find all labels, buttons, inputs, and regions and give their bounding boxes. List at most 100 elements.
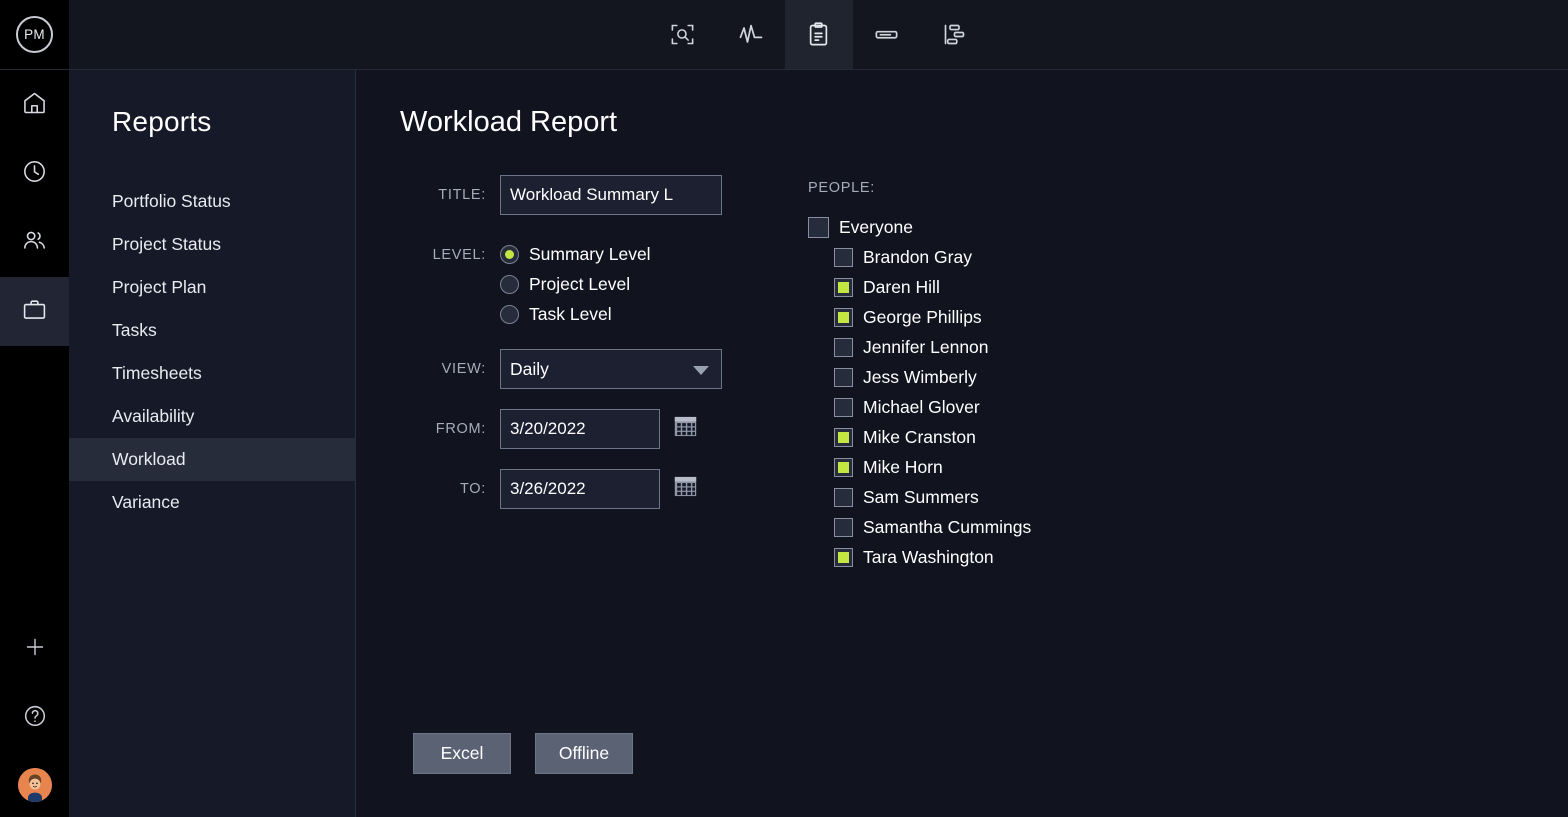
excel-button[interactable]: Excel (413, 733, 511, 774)
briefcase-icon (21, 296, 48, 328)
checkbox-tara-washington[interactable]: Tara Washington (808, 542, 1031, 572)
radio-task-level[interactable]: Task Level (500, 299, 651, 329)
radio-label: Task Level (529, 303, 612, 324)
report-form: TITLE: LEVEL: Summary Level Project Leve… (400, 175, 750, 509)
radio-label: Summary Level (529, 243, 651, 264)
left-rail (0, 70, 69, 817)
checkbox-jess-wimberly[interactable]: Jess Wimberly (808, 362, 1031, 392)
level-label: LEVEL: (432, 247, 486, 263)
reports-heading: Reports (112, 106, 212, 137)
checkbox-icon (834, 487, 853, 507)
main-panel: Workload Report TITLE: LEVEL: Summary Le… (356, 70, 1568, 817)
sidebar-item-variance[interactable]: Variance (69, 481, 356, 524)
checkbox-icon (834, 307, 853, 327)
checkbox-mike-cranston[interactable]: Mike Cranston (808, 422, 1031, 452)
app-root: PM Reports Portfolio Status Project Stat… (0, 0, 1568, 817)
topnav-board[interactable] (853, 0, 921, 69)
rail-item-account[interactable] (0, 753, 69, 817)
rail-item-home[interactable] (0, 70, 69, 139)
sidebar-item-label: Timesheets (112, 363, 202, 383)
checkbox-samantha-cummings[interactable]: Samantha Cummings (808, 512, 1031, 542)
reports-list: Portfolio Status Project Status Project … (69, 180, 356, 524)
checkbox-brandon-gray[interactable]: Brandon Gray (808, 242, 1031, 272)
help-icon (22, 703, 48, 734)
app-logo[interactable]: PM (0, 0, 69, 69)
title-input[interactable] (500, 175, 722, 215)
view-select[interactable]: Daily (500, 349, 722, 389)
rail-item-help[interactable] (0, 684, 69, 753)
sidebar-item-portfolio-status[interactable]: Portfolio Status (69, 180, 356, 223)
clipboard-icon (805, 21, 832, 48)
level-row: LEVEL: Summary Level Project Level Task … (400, 235, 750, 329)
offline-button[interactable]: Offline (535, 733, 633, 774)
topnav-reports[interactable] (784, 0, 853, 69)
checkbox-george-phillips[interactable]: George Phillips (808, 302, 1031, 332)
rail-item-team[interactable] (0, 208, 69, 277)
sidebar-item-project-plan[interactable]: Project Plan (69, 266, 356, 309)
radio-icon (500, 304, 519, 324)
plus-icon (23, 635, 47, 664)
checkbox-michael-glover[interactable]: Michael Glover (808, 392, 1031, 422)
view-select-value: Daily (510, 358, 549, 379)
view-label: VIEW: (441, 361, 486, 377)
from-date-wrap (500, 409, 699, 449)
sidebar-item-project-status[interactable]: Project Status (69, 223, 356, 266)
checkbox-icon (834, 427, 853, 447)
from-row: FROM: (400, 409, 750, 449)
checkbox-icon (834, 337, 853, 357)
chevron-down-icon (693, 366, 709, 375)
person-label: Mike Cranston (863, 426, 976, 447)
sidebar-item-tasks[interactable]: Tasks (69, 309, 356, 352)
gantt-icon (941, 21, 968, 48)
sidebar-item-availability[interactable]: Availability (69, 395, 356, 438)
checkbox-sam-summers[interactable]: Sam Summers (808, 482, 1031, 512)
topnav-gantt[interactable] (921, 0, 989, 69)
radio-summary-level[interactable]: Summary Level (500, 239, 651, 269)
to-date-wrap (500, 469, 699, 509)
person-label: Everyone (839, 216, 913, 237)
sidebar-item-workload[interactable]: Workload (69, 438, 356, 481)
from-label: FROM: (435, 421, 486, 437)
person-label: Sam Summers (863, 486, 979, 507)
sidebar-item-timesheets[interactable]: Timesheets (69, 352, 356, 395)
top-bar: PM (0, 0, 1568, 70)
level-radio-group: Summary Level Project Level Task Level (500, 235, 651, 329)
activity-icon (737, 21, 765, 49)
radio-project-level[interactable]: Project Level (500, 269, 651, 299)
checkbox-daren-hill[interactable]: Daren Hill (808, 272, 1031, 302)
calendar-icon[interactable] (672, 473, 699, 505)
people-icon (21, 227, 48, 259)
checkbox-icon (834, 247, 853, 267)
topnav-activity[interactable] (717, 0, 785, 69)
title-label: TITLE: (438, 187, 486, 203)
sidebar-item-label: Project Status (112, 234, 221, 254)
clock-icon (21, 158, 48, 190)
radio-icon (500, 274, 519, 294)
checkbox-mike-horn[interactable]: Mike Horn (808, 452, 1031, 482)
calendar-icon[interactable] (672, 413, 699, 445)
sidebar-item-label: Availability (112, 406, 195, 426)
from-date-input[interactable] (500, 409, 660, 449)
rail-item-projects[interactable] (0, 277, 69, 346)
person-label: Daren Hill (863, 276, 940, 297)
top-nav (69, 0, 1568, 69)
person-label: Samantha Cummings (863, 516, 1032, 537)
person-label: Michael Glover (863, 396, 980, 417)
people-label: PEOPLE: (808, 180, 875, 196)
checkbox-icon (808, 216, 829, 238)
checkbox-everyone[interactable]: Everyone (808, 212, 1031, 242)
topnav-overview[interactable] (649, 0, 717, 69)
view-row: VIEW: Daily (400, 349, 750, 389)
rail-item-timesheets[interactable] (0, 139, 69, 208)
checkbox-jennifer-lennon[interactable]: Jennifer Lennon (808, 332, 1031, 362)
rail-item-add[interactable] (0, 615, 69, 684)
to-date-input[interactable] (500, 469, 660, 509)
avatar (17, 768, 52, 802)
checkbox-icon (834, 397, 853, 417)
person-label: Tara Washington (863, 546, 994, 567)
home-icon (21, 89, 48, 121)
